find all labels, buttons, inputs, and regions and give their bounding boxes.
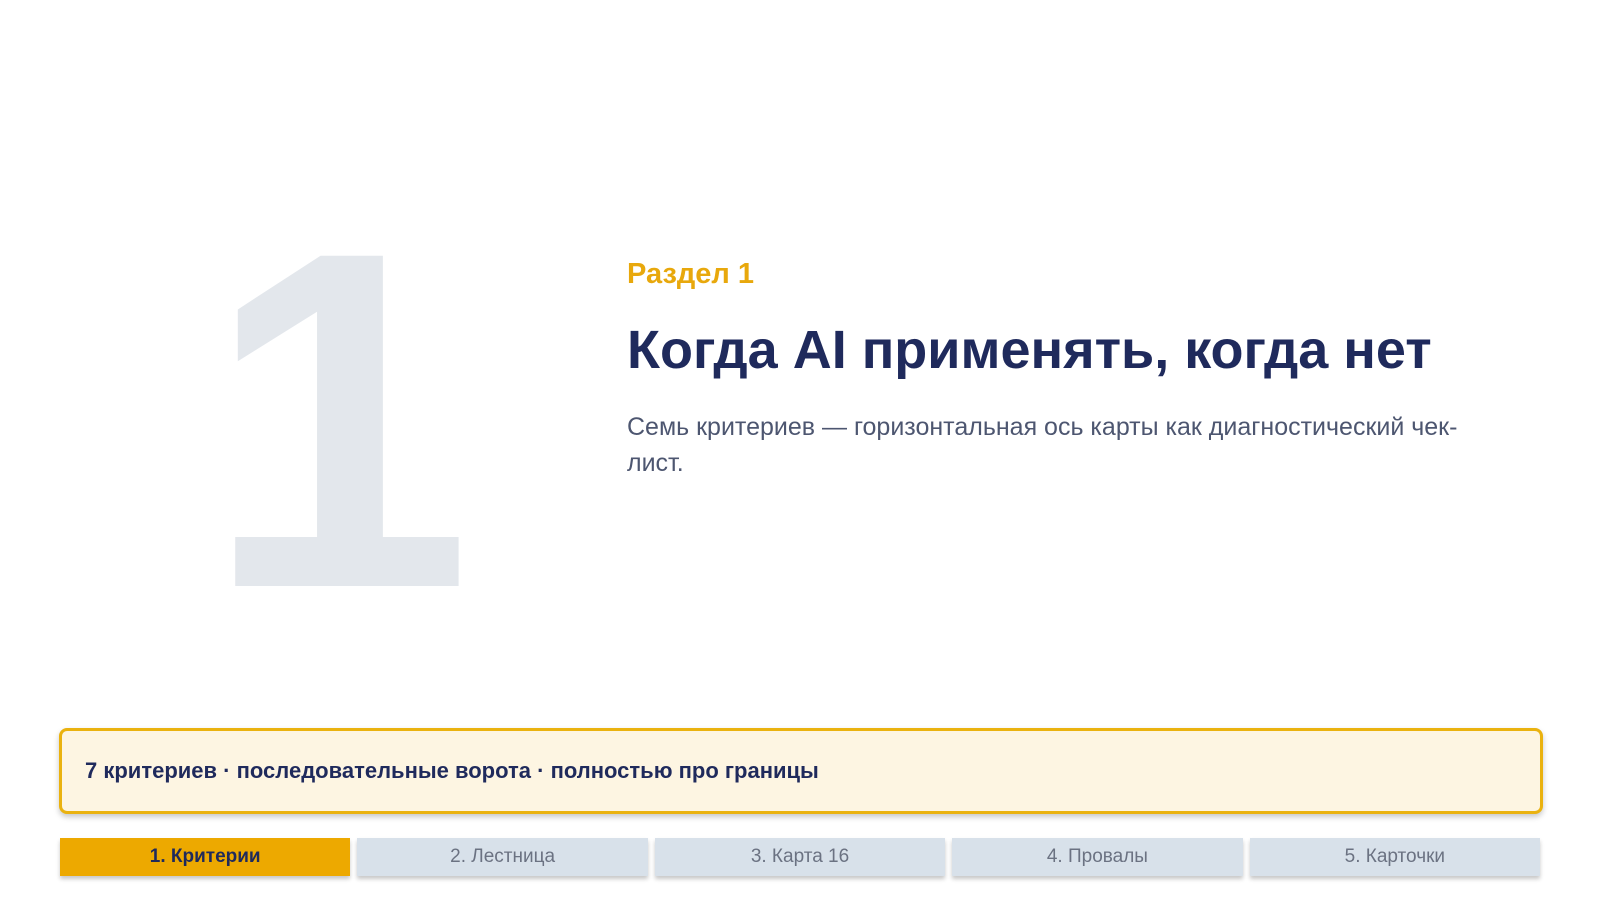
tab-map-16[interactable]: 3. Карта 16 (654, 838, 946, 876)
section-tabs: 1. Критерии 2. Лестница 3. Карта 16 4. П… (60, 838, 1541, 876)
tab-ladder[interactable]: 2. Лестница (357, 838, 648, 876)
section-subtitle: Семь критериев — горизонтальная ось карт… (627, 413, 1458, 477)
section-content: Раздел 1 Когда AI применять, когда нет С… (627, 256, 1507, 481)
section-label: Раздел 1 (627, 258, 755, 290)
slide: 1 Раздел 1 Когда AI применять, когда нет… (0, 0, 1600, 900)
tab-cards[interactable]: 5. Карточки (1249, 838, 1541, 876)
page-title: Когда AI применять, когда нет (627, 320, 1432, 380)
summary-callout: 7 критериев · последовательные ворота · … (59, 728, 1543, 814)
tab-criteria[interactable]: 1. Критерии (60, 838, 351, 876)
summary-text: 7 критериев · последовательные ворота · … (85, 758, 819, 783)
tab-failures[interactable]: 4. Провалы (952, 838, 1243, 876)
section-big-number: 1 (205, 151, 472, 688)
